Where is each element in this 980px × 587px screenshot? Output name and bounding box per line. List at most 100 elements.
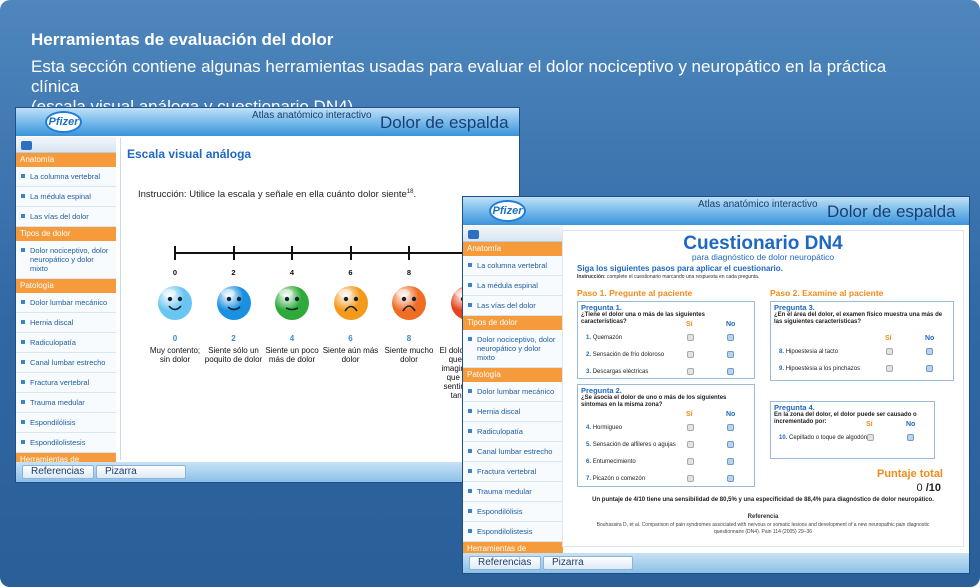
sidebar-item-las-vias-del-dolor[interactable]: Las vías del dolor <box>463 296 563 316</box>
sidebar-item-espondilolistesis[interactable]: Espondilolistesis <box>16 433 116 453</box>
item-number: 9. <box>779 366 785 372</box>
sidebar-section-anatomia[interactable]: Anatomía <box>16 153 116 167</box>
sidebar-item-espondilolistesis[interactable]: Espondilolistesis <box>463 522 563 542</box>
dn4-question-1: Pregunta 1. ¿Tiene el dolor una o más de … <box>577 301 755 379</box>
dn4-question-2: Pregunta 2. ¿Se asocia el dolor de uno o … <box>577 384 755 487</box>
no-radio[interactable] <box>727 334 734 341</box>
app-header: Pfizer Atlas anatómico interactivo Dolor… <box>16 108 519 136</box>
yes-radio[interactable] <box>886 348 893 355</box>
dn4-question-3: Pregunta 3. ¿En el área del dolor, el exa… <box>770 301 954 381</box>
face-label: Siente sólo un poquito de dolor <box>204 346 263 364</box>
sidebar-section-patologia[interactable]: Patología <box>463 368 563 382</box>
yes-radio[interactable] <box>687 475 694 482</box>
no-radio[interactable] <box>727 424 734 431</box>
yes-radio[interactable] <box>687 424 694 431</box>
sidebar-item-trauma-medular[interactable]: Trauma medular <box>463 482 563 502</box>
sidebar-item-las-vias-del-dolor[interactable]: Las vías del dolor <box>16 207 116 227</box>
no-radio[interactable] <box>907 434 914 441</box>
dn4-instr-heading: Siga los siguientes pasos para aplicar e… <box>577 264 783 273</box>
item-text: Quemazón <box>592 335 623 341</box>
sidebar-item-dolor-nociceptivo-dolor-neuropatico-y-dolor-mixto[interactable]: Dolor nociceptivo, dolor neuropático y d… <box>463 330 563 368</box>
sidebar-item-radiculopatia[interactable]: Radiculopatía <box>16 333 116 353</box>
item-text: Sensación de frío doloroso <box>592 352 665 358</box>
sidebar-item-hernia-discal[interactable]: Hernia discal <box>16 313 116 333</box>
sidebar-item-radiculopatia[interactable]: Radiculopatía <box>463 422 563 442</box>
yes-radio[interactable] <box>687 458 694 465</box>
sidebar-item-dolor-lumbar-mecanico[interactable]: Dolor lumbar mecánico <box>16 293 116 313</box>
yes-radio[interactable] <box>687 368 694 375</box>
presentation-slide: Herramientas de evaluación del dolor Est… <box>0 0 980 587</box>
no-radio[interactable] <box>727 351 734 358</box>
pfizer-logo: Pfizer <box>489 200 526 222</box>
sidebar-item-canal-lumbar-estrecho[interactable]: Canal lumbar estrecho <box>463 442 563 462</box>
dn4-instr-text: complete el cuestionario marcando una re… <box>607 274 760 280</box>
whiteboard-button[interactable]: Pizarra <box>96 465 186 479</box>
yes-column-label: Sí <box>686 321 693 328</box>
sidebar-item-espondilolisis[interactable]: Espondilólisis <box>16 413 116 433</box>
footer-bar: Referencias Pizarra <box>463 553 969 573</box>
reference-text-line2: questionnaire (DN4). Pain 114 (2005) 29–… <box>713 529 813 535</box>
yes-radio[interactable] <box>867 434 874 441</box>
sidebar-item-hernia-discal[interactable]: Hernia discal <box>463 402 563 422</box>
sidebar-item-dolor-lumbar-mecanico[interactable]: Dolor lumbar mecánico <box>463 382 563 402</box>
yes-radio[interactable] <box>687 441 694 448</box>
sidebar-item-la-medula-espinal[interactable]: La médula espinal <box>16 187 116 207</box>
question-item: 4. Hormigueo <box>586 425 622 431</box>
sidebar-item-canal-lumbar-estrecho[interactable]: Canal lumbar estrecho <box>16 353 116 373</box>
scale-tick-label: 6 <box>348 268 353 277</box>
yes-radio[interactable] <box>687 351 694 358</box>
references-button[interactable]: Referencias <box>22 465 94 479</box>
question-item: 5. Sensación de alfileres o agujas <box>586 442 676 448</box>
pain-face-icon[interactable] <box>333 286 368 320</box>
sidebar-item-la-medula-espinal[interactable]: La médula espinal <box>463 276 563 296</box>
eva-content: Escala visual análoga Instrucción: Utili… <box>120 138 519 460</box>
face-label: Siente mucho dolor <box>384 346 434 364</box>
references-button[interactable]: Referencias <box>469 556 541 570</box>
pain-face-icon[interactable] <box>275 286 309 320</box>
yes-radio[interactable] <box>687 334 694 341</box>
sidebar-item-la-columna-vertebral[interactable]: La columna vertebral <box>463 256 563 276</box>
question-item: 6. Entumecimiento <box>586 459 636 465</box>
dn4-question-4: Pregunta 4. En la zona del dolor, el dolo… <box>770 401 935 459</box>
no-radio[interactable] <box>727 475 734 482</box>
pain-face-icon[interactable] <box>158 286 192 320</box>
yes-column-label: Sí <box>686 411 693 418</box>
item-number: 2. <box>586 352 592 358</box>
item-number: 3. <box>586 369 592 375</box>
eva-instruction-ref: 18 <box>406 189 414 195</box>
eva-scale-line <box>174 246 474 260</box>
sidebar-item-la-columna-vertebral[interactable]: La columna vertebral <box>16 167 116 187</box>
no-radio[interactable] <box>727 441 734 448</box>
sidebar-section-anatomia[interactable]: Anatomía <box>463 242 563 256</box>
step2-heading: Paso 2. Examine al paciente <box>770 288 884 298</box>
sidebar-item-trauma-medular[interactable]: Trauma medular <box>16 393 116 413</box>
pain-face-icon[interactable] <box>392 286 426 320</box>
question-item: 1. Quemazón <box>586 335 622 341</box>
home-button[interactable] <box>463 226 563 242</box>
sidebar-item-espondilolisis[interactable]: Espondilólisis <box>463 502 563 522</box>
whiteboard-button[interactable]: Pizarra <box>543 556 633 570</box>
no-radio[interactable] <box>926 348 933 355</box>
sidebar-section-tipos-de-dolor[interactable]: Tipos de dolor <box>16 227 116 241</box>
item-text: Hipoestesia al tacto <box>785 349 839 355</box>
sidebar-item-fractura-vertebral[interactable]: Fractura vertebral <box>463 462 563 482</box>
no-radio[interactable] <box>727 368 734 375</box>
face-features <box>392 286 426 320</box>
item-text: Cepillado o toque de algodón <box>789 435 868 441</box>
scale-tick <box>174 246 176 260</box>
sidebar-section-patologia[interactable]: Patología <box>16 279 116 293</box>
pfizer-logo: Pfizer <box>45 111 82 133</box>
question-title: Pregunta 4. <box>774 403 815 412</box>
home-button[interactable] <box>16 137 116 153</box>
sidebar-item-fractura-vertebral[interactable]: Fractura vertebral <box>16 373 116 393</box>
no-radio[interactable] <box>727 458 734 465</box>
pain-face-icon[interactable] <box>216 286 251 320</box>
yes-radio[interactable] <box>886 365 893 372</box>
no-radio[interactable] <box>926 365 933 372</box>
sidebar-item-dolor-nociceptivo-dolor-neuropatico-y-dolor-mixto[interactable]: Dolor nociceptivo, dolor neuropático y d… <box>16 241 116 279</box>
question-text: ¿En el área del dolor, el examen físico … <box>774 312 943 325</box>
question-title: Pregunta 3. <box>774 303 815 312</box>
sidebar: Anatomía La columna vertebral La médula es… <box>463 226 563 573</box>
sidebar-section-tipos-de-dolor[interactable]: Tipos de dolor <box>463 316 563 330</box>
footer-bar: Referencias Pizarra <box>16 462 519 482</box>
